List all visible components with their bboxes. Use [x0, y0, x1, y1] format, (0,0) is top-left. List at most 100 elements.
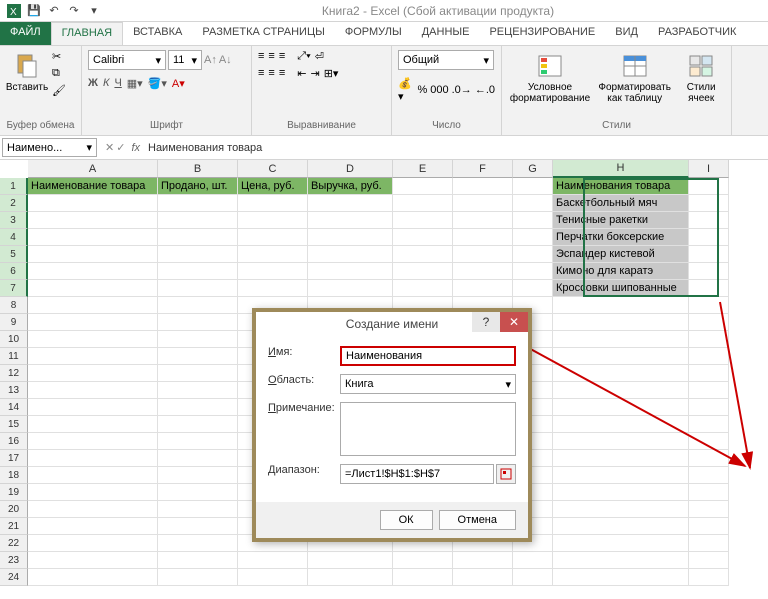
font-size-select[interactable]: 11▾: [168, 50, 202, 70]
row-header[interactable]: 17: [0, 450, 28, 467]
col-header-F[interactable]: F: [453, 160, 513, 178]
font-name-select[interactable]: Calibri▾: [88, 50, 166, 70]
col-header-E[interactable]: E: [393, 160, 453, 178]
cell[interactable]: [28, 399, 158, 416]
align-right-icon[interactable]: ≡: [279, 67, 285, 80]
indent-right-icon[interactable]: ⇥: [310, 67, 319, 80]
cell[interactable]: [28, 280, 158, 297]
tab-formulas[interactable]: ФОРМУЛЫ: [335, 22, 412, 45]
tab-review[interactable]: РЕЦЕНЗИРОВАНИЕ: [479, 22, 605, 45]
cell[interactable]: [453, 246, 513, 263]
cell[interactable]: [689, 569, 729, 586]
cell[interactable]: [158, 229, 238, 246]
formula-input[interactable]: Наименования товара: [148, 142, 262, 154]
cell[interactable]: [553, 535, 689, 552]
dialog-close-button[interactable]: ✕: [500, 312, 528, 332]
cell[interactable]: Кимоно для каратэ: [553, 263, 689, 280]
cell[interactable]: [553, 450, 689, 467]
cell[interactable]: [238, 552, 308, 569]
cell[interactable]: [393, 569, 453, 586]
merge-icon[interactable]: ⊞▾: [324, 67, 339, 80]
cell[interactable]: [158, 552, 238, 569]
cell[interactable]: [28, 450, 158, 467]
row-header[interactable]: 6: [0, 263, 28, 280]
cell[interactable]: [453, 552, 513, 569]
wrap-text-icon[interactable]: ⏎: [315, 50, 324, 63]
row-header[interactable]: 18: [0, 467, 28, 484]
row-header[interactable]: 8: [0, 297, 28, 314]
cell[interactable]: [308, 569, 393, 586]
cell[interactable]: [308, 263, 393, 280]
cell[interactable]: [238, 195, 308, 212]
font-color-icon[interactable]: A▾: [172, 77, 185, 90]
cell[interactable]: [513, 280, 553, 297]
comma-icon[interactable]: 000: [430, 84, 448, 96]
underline-button[interactable]: Ч: [114, 77, 121, 90]
border-icon[interactable]: ▦▾: [127, 77, 143, 90]
cell[interactable]: [158, 212, 238, 229]
row-header[interactable]: 14: [0, 399, 28, 416]
orientation-icon[interactable]: ⤢▾: [297, 50, 310, 63]
redo-icon[interactable]: ↷: [66, 3, 82, 19]
row-header[interactable]: 23: [0, 552, 28, 569]
cell[interactable]: [513, 246, 553, 263]
row-header[interactable]: 24: [0, 569, 28, 586]
cell[interactable]: [158, 467, 238, 484]
cell[interactable]: [453, 178, 513, 195]
row-header[interactable]: 4: [0, 229, 28, 246]
row-header[interactable]: 13: [0, 382, 28, 399]
cell[interactable]: [553, 416, 689, 433]
cell[interactable]: [308, 280, 393, 297]
align-middle-icon[interactable]: ≡: [268, 50, 274, 63]
row-header[interactable]: 22: [0, 535, 28, 552]
cell[interactable]: [308, 552, 393, 569]
cell[interactable]: [393, 263, 453, 280]
cell[interactable]: [553, 348, 689, 365]
cell[interactable]: [689, 467, 729, 484]
cell[interactable]: [28, 484, 158, 501]
cell[interactable]: [28, 518, 158, 535]
cell[interactable]: [158, 518, 238, 535]
cell[interactable]: [689, 263, 729, 280]
cell[interactable]: [28, 569, 158, 586]
format-painter-icon[interactable]: 🖌: [52, 84, 68, 98]
cell[interactable]: [158, 246, 238, 263]
comment-textarea[interactable]: [340, 402, 516, 456]
cell[interactable]: [158, 382, 238, 399]
row-header[interactable]: 3: [0, 212, 28, 229]
accounting-icon[interactable]: 💰▾: [398, 77, 414, 103]
col-header-I[interactable]: I: [689, 160, 729, 178]
cell[interactable]: [689, 416, 729, 433]
cell[interactable]: [689, 450, 729, 467]
cell[interactable]: Тенисные ракетки: [553, 212, 689, 229]
cell[interactable]: [513, 263, 553, 280]
cell[interactable]: [689, 195, 729, 212]
copy-icon[interactable]: ⧉: [52, 67, 68, 81]
ok-button[interactable]: ОК: [380, 510, 433, 530]
cell[interactable]: [158, 399, 238, 416]
dialog-help-button[interactable]: ?: [472, 312, 500, 332]
cell-styles-button[interactable]: Стили ячеек: [677, 50, 725, 106]
row-header[interactable]: 15: [0, 416, 28, 433]
cell[interactable]: [308, 246, 393, 263]
row-header[interactable]: 2: [0, 195, 28, 212]
tab-layout[interactable]: РАЗМЕТКА СТРАНИЦЫ: [192, 22, 334, 45]
cell[interactable]: [28, 212, 158, 229]
cancel-button[interactable]: Отмена: [439, 510, 516, 530]
cell[interactable]: [553, 314, 689, 331]
cell[interactable]: [158, 365, 238, 382]
cell[interactable]: [238, 246, 308, 263]
cell[interactable]: [393, 229, 453, 246]
row-header[interactable]: 5: [0, 246, 28, 263]
italic-button[interactable]: К: [103, 77, 109, 90]
save-icon[interactable]: 💾: [26, 3, 42, 19]
cell[interactable]: [689, 433, 729, 450]
tab-file[interactable]: ФАЙЛ: [0, 22, 51, 45]
cell[interactable]: Наименование товара: [28, 178, 158, 195]
increase-decimal-icon[interactable]: .0→: [452, 84, 472, 96]
decrease-decimal-icon[interactable]: ←.0: [475, 84, 495, 96]
cell[interactable]: [158, 416, 238, 433]
cell[interactable]: [158, 314, 238, 331]
cell[interactable]: [689, 518, 729, 535]
fx-icon[interactable]: fx: [131, 142, 140, 154]
